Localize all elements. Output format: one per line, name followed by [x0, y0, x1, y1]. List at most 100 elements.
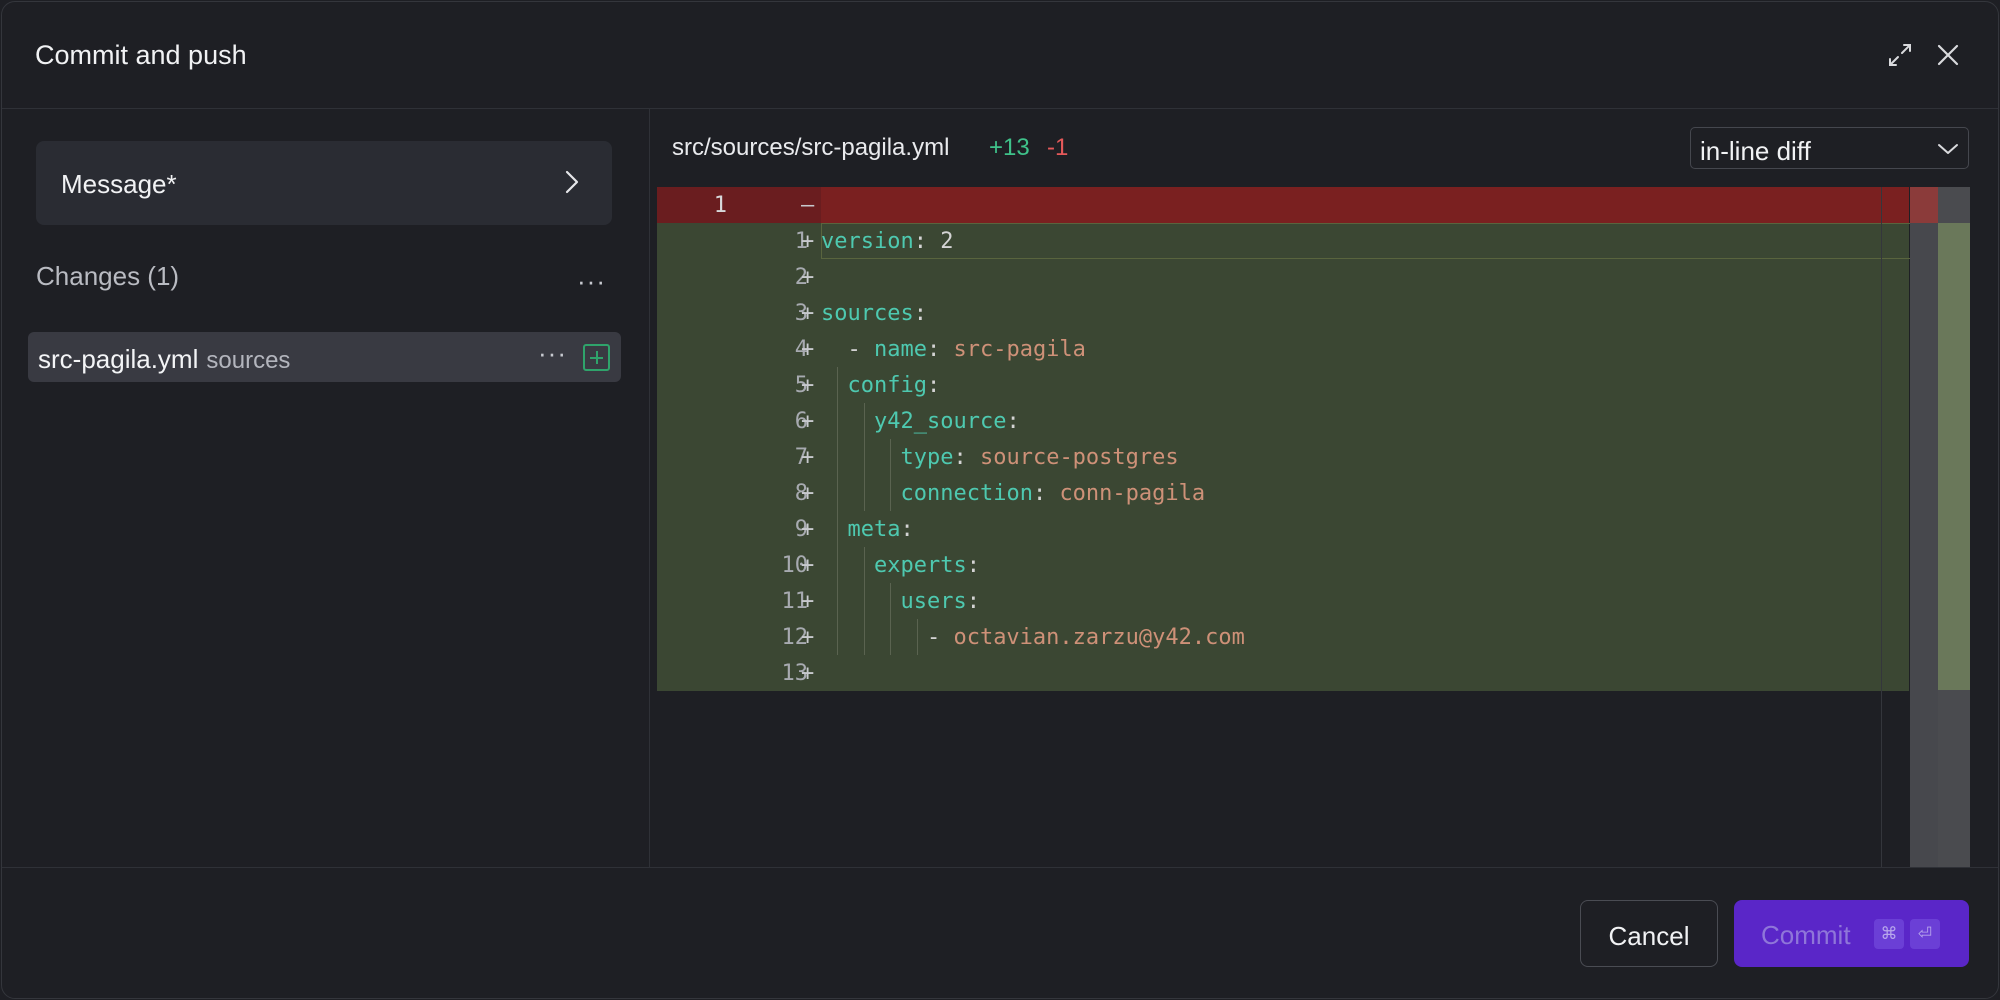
yaml-separator: : — [1006, 409, 1020, 434]
dialog-title: Commit and push — [35, 40, 247, 70]
code-content: connection: conn-pagila — [821, 481, 1205, 506]
diff-sign: + — [801, 481, 815, 506]
new-line-number: 13 — [781, 661, 809, 686]
added-line: 6 + y42_source: — [657, 403, 1909, 439]
file-directory: sources — [206, 347, 291, 374]
editor-scrollbar[interactable] — [1910, 223, 1938, 867]
diff-overview-ruler[interactable] — [1910, 187, 1970, 867]
new-line-number: 11 — [781, 589, 809, 614]
changed-file-label: src-pagila.yml sources — [38, 344, 290, 375]
chevron-down-icon — [1938, 144, 1958, 154]
code-indent: - — [821, 337, 874, 362]
yaml-key: experts — [873, 553, 967, 578]
yaml-value: source-postgres — [979, 445, 1179, 470]
yaml-value: conn-pagila — [1059, 481, 1206, 506]
yaml-key: meta — [847, 517, 901, 542]
changes-heading: Changes (1) — [36, 261, 180, 291]
command-key-icon: ⌘ — [1874, 919, 1904, 949]
commit-label: Commit — [1761, 920, 1851, 950]
added-line: 8 + connection: conn-pagila — [657, 475, 1909, 511]
code-content: - octavian.zarzu@y42.com — [821, 625, 1245, 650]
diff-sign: + — [801, 301, 815, 326]
deleted-line: 1 — — [657, 187, 1909, 223]
cancel-label: Cancel — [1608, 921, 1690, 951]
additions-count: +13 — [989, 134, 1030, 161]
stage-file-icon[interactable] — [583, 344, 610, 371]
message-field[interactable]: Message* — [36, 141, 612, 225]
yaml-key: users — [900, 589, 967, 614]
code-content: version: 2 — [821, 229, 953, 254]
close-icon[interactable] — [1933, 40, 1963, 70]
diff-sign: + — [801, 445, 815, 470]
commit-dialog: Commit and push Message* Changes (1) ···… — [1, 1, 1999, 999]
yaml-key: sources — [821, 301, 914, 326]
diff-mode-select[interactable]: in-line diff — [1690, 127, 1969, 169]
diff-sign: + — [801, 265, 815, 290]
yaml-key: version — [821, 229, 914, 254]
added-line: 2 + — [657, 259, 1909, 295]
diff-sign: — — [801, 193, 815, 218]
new-line-number: 12 — [781, 625, 809, 650]
expand-icon[interactable] — [1885, 40, 1915, 70]
code-content: y42_source: — [821, 409, 1020, 434]
yaml-key: connection — [900, 481, 1033, 506]
diff-mode-value: in-line diff — [1700, 136, 1811, 166]
new-line-number: 2 — [794, 265, 808, 290]
dialog-footer: Cancel Commit ⌘ ⏎ — [2, 867, 1998, 998]
yaml-value: 2 — [940, 229, 954, 254]
new-line-number: 6 — [794, 409, 808, 434]
file-more-icon[interactable]: ··· — [538, 340, 567, 366]
new-line-number: 8 — [794, 481, 808, 506]
commit-button[interactable]: Commit ⌘ ⏎ — [1734, 900, 1969, 967]
message-label: Message* — [61, 169, 177, 199]
yaml-key: y42_source — [873, 409, 1007, 434]
yaml-separator: : — [953, 445, 980, 470]
diff-editor[interactable]: 1 — 1 + version: 2 2 +3 + sources: 4 + - name: s… — [657, 187, 1970, 867]
code-content: users: — [821, 589, 980, 614]
yaml-separator: : — [966, 553, 980, 578]
added-line: 7 + type: source-postgres — [657, 439, 1909, 475]
yaml-separator: : — [913, 229, 941, 254]
new-line-number: 10 — [781, 553, 809, 578]
editor-ruler — [1881, 187, 1882, 867]
yaml-key: type — [900, 445, 954, 470]
code-content: config: — [821, 373, 941, 398]
code-content: meta: — [821, 517, 914, 542]
changes-more-icon[interactable]: ··· — [577, 268, 606, 294]
code-content: sources: — [821, 301, 927, 326]
added-line: 1 + version: 2 — [657, 223, 1909, 259]
yaml-separator: : — [966, 589, 980, 614]
diff-sign: + — [801, 589, 815, 614]
deletions-count: -1 — [1047, 134, 1069, 161]
yaml-separator: : — [1032, 481, 1060, 506]
code-content: experts: — [821, 553, 980, 578]
added-line: 4 + - name: src-pagila — [657, 331, 1909, 367]
diff-sign: + — [801, 337, 815, 362]
new-line-number: 4 — [794, 337, 808, 362]
yaml-value: octavian.zarzu@y42.com — [953, 625, 1245, 650]
added-line: 9 + meta: — [657, 511, 1909, 547]
code-content: type: source-postgres — [821, 445, 1179, 470]
yaml-separator: : — [900, 517, 914, 542]
added-line: 10 + experts: — [657, 547, 1909, 583]
yaml-key: name — [873, 337, 927, 362]
added-line: 13 + — [657, 655, 1909, 691]
yaml-separator: : — [926, 337, 954, 362]
new-line-number: 7 — [794, 445, 808, 470]
yaml-separator: : — [913, 301, 927, 326]
added-line: 5 + config: — [657, 367, 1909, 403]
changed-file-item[interactable]: src-pagila.yml sources ··· — [28, 332, 621, 382]
added-line: 3 + sources: — [657, 295, 1909, 331]
diff-sign: + — [801, 517, 815, 542]
old-line-number: 1 — [713, 193, 727, 218]
yaml-key: config — [847, 373, 927, 398]
chevron-right-icon — [565, 170, 579, 194]
cancel-button[interactable]: Cancel — [1580, 900, 1718, 967]
new-line-number: 3 — [794, 301, 808, 326]
